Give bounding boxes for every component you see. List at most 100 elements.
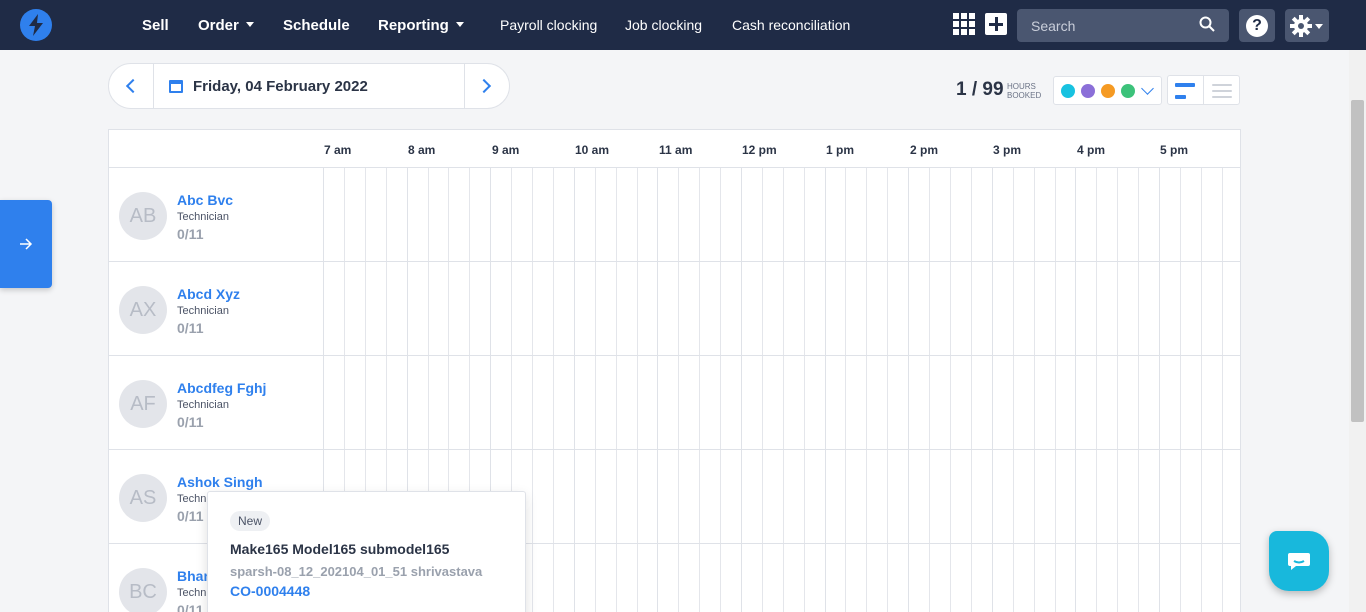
technician-row: AX Abcd Xyz Technician 0/11 <box>109 263 323 357</box>
time-label: 5 pm <box>1160 143 1189 157</box>
color-dot-orange <box>1101 84 1115 98</box>
timeline-view-button[interactable] <box>1167 75 1204 105</box>
expand-sidebar-button[interactable] <box>0 200 52 288</box>
grid-line <box>1034 168 1035 612</box>
hours-booked-label: HOURS BOOKED <box>1007 82 1041 100</box>
grid-line <box>574 168 575 612</box>
time-axis-header: 7 am 8 am 9 am 10 am 11 am 12 pm 1 pm 2 … <box>109 130 1240 168</box>
grid-line <box>1096 168 1097 612</box>
hours-booked-value: 1 / 99 <box>956 79 1004 100</box>
settings-button[interactable] <box>1285 9 1329 42</box>
grid-line <box>616 168 617 612</box>
grid-line <box>1055 168 1056 612</box>
grid-line <box>1222 168 1223 612</box>
nav-order-label: Order <box>198 17 239 34</box>
search-input[interactable] <box>1017 9 1197 42</box>
help-icon: ? <box>1246 14 1268 37</box>
previous-day-button[interactable] <box>109 64 154 108</box>
technician-row: AF Abcdfeg Fghj Technician 0/11 <box>109 357 323 451</box>
page-scrollbar[interactable] <box>1349 50 1366 612</box>
nav-cash-reconciliation[interactable]: Cash reconciliation <box>732 0 850 50</box>
grid-line <box>992 168 993 612</box>
caret-down-icon <box>245 22 254 27</box>
current-date[interactable]: Friday, 04 February 2022 <box>193 64 368 110</box>
apps-grid-icon[interactable] <box>953 13 975 35</box>
color-dot-green <box>1121 84 1135 98</box>
calendar-icon <box>169 80 183 93</box>
status-badge: New <box>230 511 271 531</box>
grid-line <box>762 168 763 612</box>
grid-line <box>971 168 972 612</box>
nav-job-clocking[interactable]: Job clocking <box>625 0 702 50</box>
help-button[interactable]: ? <box>1239 9 1275 42</box>
technician-hours: 0/11 <box>177 602 204 612</box>
status-color-filter[interactable] <box>1053 76 1162 105</box>
time-label: 7 am <box>324 143 352 157</box>
color-dot-cyan <box>1061 84 1075 98</box>
nav-reporting[interactable]: Reporting <box>378 0 464 50</box>
list-view-icon-bar <box>1212 90 1232 92</box>
technician-name[interactable]: Abc Bvc <box>177 192 233 208</box>
grid-line <box>720 168 721 612</box>
time-label: 1 pm <box>826 143 855 157</box>
avatar: AS <box>119 474 167 522</box>
nav-reporting-label: Reporting <box>378 17 449 34</box>
technician-name[interactable]: Abcdfeg Fghj <box>177 380 266 396</box>
next-day-button[interactable] <box>464 64 509 108</box>
search-box <box>1017 9 1229 42</box>
technician-row: AB Abc Bvc Technician 0/11 <box>109 169 323 263</box>
caret-down-icon <box>455 22 464 27</box>
grid-line <box>929 168 930 612</box>
list-view-icon <box>1212 84 1232 86</box>
grid-line <box>1013 168 1014 612</box>
nav-schedule[interactable]: Schedule <box>283 0 350 50</box>
technician-role: Technician <box>177 399 229 411</box>
technician-hours: 0/11 <box>177 320 204 336</box>
job-popup-card[interactable]: New Make165 Model165 submodel165 sparsh-… <box>207 491 526 612</box>
arrow-right-icon <box>20 238 33 250</box>
timeline-view-icon <box>1175 83 1195 87</box>
technician-hours: 0/11 <box>177 226 204 242</box>
time-label: 11 am <box>659 143 693 157</box>
technician-name[interactable]: Abcd Xyz <box>177 286 240 302</box>
time-label: 4 pm <box>1077 143 1106 157</box>
avatar: AX <box>119 286 167 334</box>
nav-payroll-clocking[interactable]: Payroll clocking <box>500 0 597 50</box>
lightning-bolt-icon[interactable] <box>20 9 52 41</box>
time-label: 9 am <box>492 143 520 157</box>
color-dot-purple <box>1081 84 1095 98</box>
job-order-link[interactable]: CO-0004448 <box>230 583 310 599</box>
grid-line <box>1117 168 1118 612</box>
grid-line <box>741 168 742 612</box>
technician-name[interactable]: Ashok Singh <box>177 474 263 490</box>
grid-line <box>866 168 867 612</box>
list-view-button[interactable] <box>1203 75 1240 105</box>
nav-order[interactable]: Order <box>198 0 254 50</box>
scrollbar-thumb[interactable] <box>1351 100 1364 422</box>
grid-line <box>1138 168 1139 612</box>
nav-sell[interactable]: Sell <box>142 0 169 50</box>
grid-line <box>637 168 638 612</box>
nav-schedule-label: Schedule <box>283 17 350 34</box>
search-icon[interactable] <box>1199 16 1215 32</box>
technician-hours: 0/11 <box>177 508 204 524</box>
avatar: BC <box>119 568 167 612</box>
avatar: AB <box>119 192 167 240</box>
caret-down-icon <box>1315 24 1323 29</box>
add-new-icon[interactable] <box>985 13 1007 35</box>
list-view-icon-bar <box>1212 96 1232 98</box>
grid-line <box>783 168 784 612</box>
grid-line <box>1201 168 1202 612</box>
gear-icon <box>1290 15 1312 37</box>
grid-line <box>699 168 700 612</box>
chat-icon <box>1288 553 1310 570</box>
grid-line <box>657 168 658 612</box>
timeline-view-icon-bar <box>1175 95 1186 99</box>
job-vehicle-title: Make165 Model165 submodel165 <box>230 541 450 557</box>
chevron-down-icon <box>1141 82 1154 95</box>
chat-launcher-button[interactable] <box>1269 531 1329 591</box>
grid-line <box>804 168 805 612</box>
nav-sell-label: Sell <box>142 17 169 34</box>
chevron-right-icon <box>476 78 492 94</box>
grid-line <box>887 168 888 612</box>
